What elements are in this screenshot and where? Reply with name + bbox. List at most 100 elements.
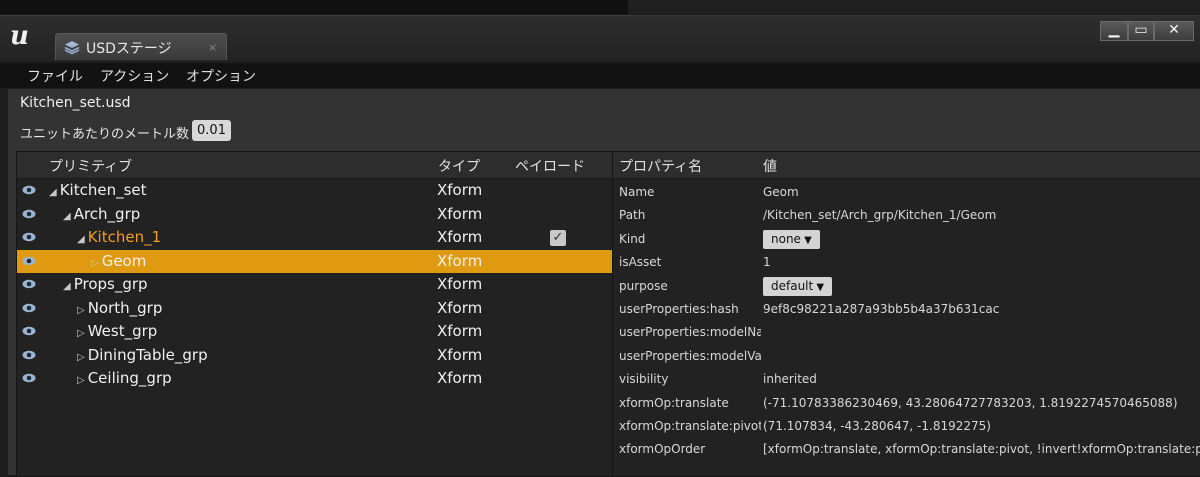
- dropdown-arrow-icon: ▼: [800, 234, 812, 246]
- property-row[interactable]: xformOp:translate (-71.10783386230469, 43…: [613, 392, 1200, 415]
- property-row[interactable]: xformOp:translate:pivot (71.107834, -43.2…: [613, 415, 1200, 438]
- expand-arrow-icon[interactable]: ▷: [91, 258, 99, 269]
- meters-per-unit-input[interactable]: 0.01: [192, 120, 231, 141]
- collapse-arrow-icon[interactable]: ◢: [63, 281, 71, 292]
- property-name: userProperties:hash: [619, 302, 739, 316]
- layers-icon: [64, 41, 80, 55]
- property-dropdown[interactable]: default ▼: [763, 276, 833, 296]
- property-name: xformOp:translate:pivot: [619, 419, 761, 433]
- prim-type: Xform: [437, 228, 483, 246]
- property-row[interactable]: Path/Kitchen_set/Arch_grp/Kitchen_1/Geom: [613, 204, 1200, 227]
- property-value: 9ef8c98221a287a93bb5b4a37b631cac: [763, 302, 1000, 316]
- tree-row[interactable]: ◢ Props_grp Xform: [17, 273, 614, 296]
- property-row[interactable]: purpose default ▼: [613, 275, 1200, 298]
- close-button[interactable]: ✕: [1154, 21, 1194, 41]
- tree-row[interactable]: ◢ Arch_grp Xform: [17, 203, 614, 226]
- expand-arrow-icon[interactable]: ▷: [77, 328, 85, 339]
- eye-icon[interactable]: [22, 350, 36, 360]
- property-name: Kind: [619, 231, 646, 246]
- property-value: (71.107834, -43.280647, -1.8192275): [763, 419, 991, 433]
- prim-name: ▷ DiningTable_grp: [77, 346, 208, 364]
- property-row[interactable]: userProperties:hash 9ef8c98221a287a93bb5b…: [613, 298, 1200, 321]
- property-row[interactable]: xformOpOrder [xformOp:translate, xformOp:…: [613, 438, 1200, 461]
- collapse-arrow-icon[interactable]: ◢: [77, 234, 85, 245]
- prim-name: ▷ Geom: [91, 252, 146, 270]
- property-row[interactable]: userProperties:modelVariant: [613, 345, 1200, 368]
- tree-row[interactable]: ▷ Ceiling_grp Xform: [17, 367, 614, 390]
- eye-icon[interactable]: [22, 256, 36, 266]
- property-row[interactable]: userProperties:modelName: [613, 321, 1200, 344]
- header-property-name[interactable]: プロパティ名: [619, 156, 702, 176]
- menu-options[interactable]: オプション: [186, 66, 256, 86]
- prim-type: Xform: [437, 181, 483, 199]
- property-row[interactable]: Name Geom: [613, 181, 1200, 204]
- dropdown-value: default: [771, 278, 814, 293]
- property-name: isAsset: [619, 255, 662, 270]
- property-dropdown[interactable]: none ▼: [763, 229, 820, 249]
- background-window-strip: [0, 0, 628, 14]
- prim-label: Geom: [101, 251, 147, 270]
- property-row[interactable]: visibility inherited: [613, 368, 1200, 391]
- property-value: /Kitchen_set/Arch_grp/Kitchen_1/Geom: [763, 208, 997, 223]
- prim-label: Ceiling_grp: [87, 369, 172, 387]
- dropdown-value: none: [771, 231, 801, 246]
- property-value: 1: [763, 255, 771, 270]
- tree-row[interactable]: ▷ West_grp Xform: [17, 320, 614, 343]
- prim-type: Xform: [437, 251, 483, 270]
- property-row[interactable]: Kind none ▼: [613, 228, 1200, 251]
- prim-name: ▷ West_grp: [77, 322, 157, 340]
- expand-arrow-icon[interactable]: ▷: [77, 305, 85, 316]
- eye-icon[interactable]: [22, 303, 36, 313]
- menu-actions[interactable]: アクション: [100, 66, 169, 86]
- eye-icon[interactable]: [22, 209, 36, 219]
- tab-close-icon[interactable]: ×: [208, 41, 217, 54]
- stage-content: Kitchen_set.usd ユニットあたりのメートル数 0.01 プリミティ…: [8, 89, 1200, 477]
- header-payload[interactable]: ペイロード: [515, 156, 585, 176]
- expand-arrow-icon[interactable]: ▷: [77, 352, 85, 363]
- eye-icon[interactable]: [22, 232, 36, 242]
- eye-icon[interactable]: [22, 185, 36, 195]
- tree-row[interactable]: ▷ Geom Xform: [17, 249, 614, 273]
- collapse-arrow-icon[interactable]: ◢: [63, 211, 71, 222]
- prim-name: ▷ Ceiling_grp: [77, 369, 172, 387]
- eye-icon[interactable]: [22, 373, 36, 383]
- tree-row[interactable]: ◢ Kitchen_1 Xform ✓: [17, 226, 614, 249]
- prim-type: Xform: [437, 298, 483, 317]
- prim-label: Kitchen_1: [87, 228, 162, 246]
- expand-arrow-icon[interactable]: ▷: [77, 375, 85, 386]
- maximize-button[interactable]: ▭: [1128, 21, 1154, 41]
- property-name: Path: [619, 208, 646, 223]
- menu-file[interactable]: ファイル: [27, 66, 83, 86]
- background-window-strip-right: [628, 0, 1200, 14]
- tab-usd-stage[interactable]: USDステージ ×: [55, 33, 227, 60]
- tree-row[interactable]: ▷ DiningTable_grp Xform: [17, 344, 614, 367]
- prim-label: Kitchen_set: [59, 181, 147, 199]
- header-type[interactable]: タイプ: [438, 156, 480, 176]
- prim-name: ◢ Kitchen_1: [77, 228, 161, 246]
- property-name: Name: [619, 185, 655, 199]
- prim-label: Arch_grp: [73, 204, 141, 223]
- tab-label: USDステージ: [86, 41, 172, 57]
- minimize-button[interactable]: ▁: [1100, 21, 1128, 41]
- tree-row[interactable]: ◢ Kitchen_set Xform: [17, 179, 614, 202]
- property-name: visibility: [619, 372, 669, 387]
- prim-type: Xform: [437, 369, 483, 387]
- usd-stage-window: u USDステージ × ▁ ▭ ✕ ファイル アクション オプション Kitch…: [0, 15, 1200, 477]
- unreal-logo-icon: u: [10, 21, 29, 51]
- meters-per-unit-label: ユニットあたりのメートル数: [20, 127, 190, 142]
- property-value: [xformOp:translate, xformOp:translate:pi…: [763, 442, 1200, 457]
- property-value: (-71.10783386230469, 43.28064727783203, …: [763, 395, 1178, 410]
- prim-label: DiningTable_grp: [87, 345, 208, 364]
- header-primitive[interactable]: プリミティブ: [49, 156, 132, 176]
- property-name: xformOp:translate: [619, 395, 729, 410]
- tree-header: プリミティブ タイプ ペイロード: [17, 152, 614, 179]
- eye-icon[interactable]: [22, 279, 36, 289]
- payload-checkbox[interactable]: ✓: [550, 230, 566, 246]
- header-property-value[interactable]: 値: [763, 156, 777, 176]
- prim-label: North_grp: [87, 298, 163, 317]
- collapse-arrow-icon[interactable]: ◢: [49, 187, 57, 198]
- eye-icon[interactable]: [22, 326, 36, 336]
- property-row[interactable]: isAsset 1: [613, 251, 1200, 274]
- title-bar[interactable]: u USDステージ × ▁ ▭ ✕: [0, 16, 1200, 61]
- tree-row[interactable]: ▷ North_grp Xform: [17, 297, 614, 320]
